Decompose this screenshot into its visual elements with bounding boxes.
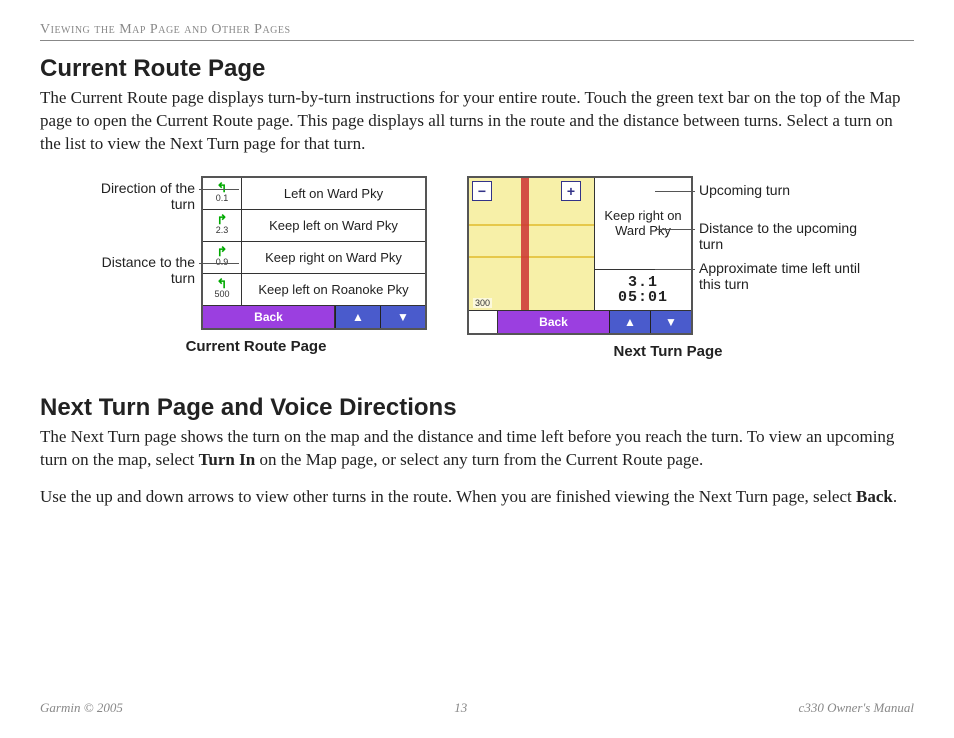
para-next-turn-2: Use the up and down arrows to view other… <box>40 486 914 509</box>
scroll-up-button[interactable]: ▲ <box>609 311 650 333</box>
zoom-out-button[interactable]: − <box>472 181 492 201</box>
map-scale: 300 <box>473 298 492 308</box>
time-to-turn: 05:01 <box>618 290 668 305</box>
gps-screen-current-route: ↰0.1 Left on Ward Pky ↱2.3 Keep left on … <box>201 176 427 330</box>
footer-left: Garmin © 2005 <box>40 700 123 716</box>
figure-next-turn: − + 300 Keep right on Ward Pky 3.1 05:01 <box>467 176 869 360</box>
turn-instruction: Keep left on Roanoke Pky <box>242 282 425 297</box>
callout-upcoming-turn: Upcoming turn <box>699 182 869 198</box>
figure-current-route: Direction of the turn Distance to the tu… <box>85 176 427 360</box>
figures-row: Direction of the turn Distance to the tu… <box>40 176 914 360</box>
callout-distance-to-turn: Distance to the turn <box>85 254 195 286</box>
callout-distance-upcoming: Distance to the upcoming turn <box>699 220 869 252</box>
turn-instruction: Keep right on Ward Pky <box>242 250 425 265</box>
figure-caption: Current Route Page <box>186 338 327 355</box>
back-button[interactable]: Back <box>203 306 335 328</box>
scroll-down-button[interactable]: ▼ <box>650 311 691 333</box>
turn-arrow-icon: ↱ <box>217 215 228 225</box>
turn-instruction: Keep left on Ward Pky <box>242 218 425 233</box>
scroll-down-button[interactable]: ▼ <box>380 306 425 328</box>
scroll-up-button[interactable]: ▲ <box>335 306 380 328</box>
turn-instruction: Left on Ward Pky <box>242 186 425 201</box>
turn-row[interactable]: ↱2.3 Keep left on Ward Pky <box>203 210 425 242</box>
page-footer: Garmin © 2005 13 c330 Owner's Manual <box>40 700 914 716</box>
para-next-turn-1: The Next Turn page shows the turn on the… <box>40 426 914 472</box>
gps-screen-next-turn: − + 300 Keep right on Ward Pky 3.1 05:01 <box>467 176 693 335</box>
back-button[interactable]: Back <box>498 311 609 333</box>
turn-arrow-icon: ↰ <box>217 279 228 289</box>
turn-row[interactable]: ↰500 Keep left on Roanoke Pky <box>203 274 425 306</box>
footer-page-number: 13 <box>454 700 467 716</box>
callout-direction-of-turn: Direction of the turn <box>85 180 195 212</box>
turn-row[interactable]: ↱0.9 Keep right on Ward Pky <box>203 242 425 274</box>
running-head: Viewing the Map Page and Other Pages <box>40 22 914 41</box>
heading-next-turn: Next Turn Page and Voice Directions <box>40 394 914 422</box>
figure-caption: Next Turn Page <box>614 343 723 360</box>
zoom-in-button[interactable]: + <box>561 181 581 201</box>
callout-time-left: Approximate time left until this turn <box>699 260 869 292</box>
distance-to-turn: 3.1 <box>628 275 658 290</box>
turn-row[interactable]: ↰0.1 Left on Ward Pky <box>203 178 425 210</box>
footer-right: c330 Owner's Manual <box>799 700 914 716</box>
heading-current-route: Current Route Page <box>40 55 914 83</box>
para-current-route: The Current Route page displays turn-by-… <box>40 87 914 156</box>
turn-metrics: 3.1 05:01 <box>595 270 691 310</box>
map-panel[interactable]: − + 300 <box>469 178 595 310</box>
turn-arrow-icon: ↱ <box>217 247 228 257</box>
